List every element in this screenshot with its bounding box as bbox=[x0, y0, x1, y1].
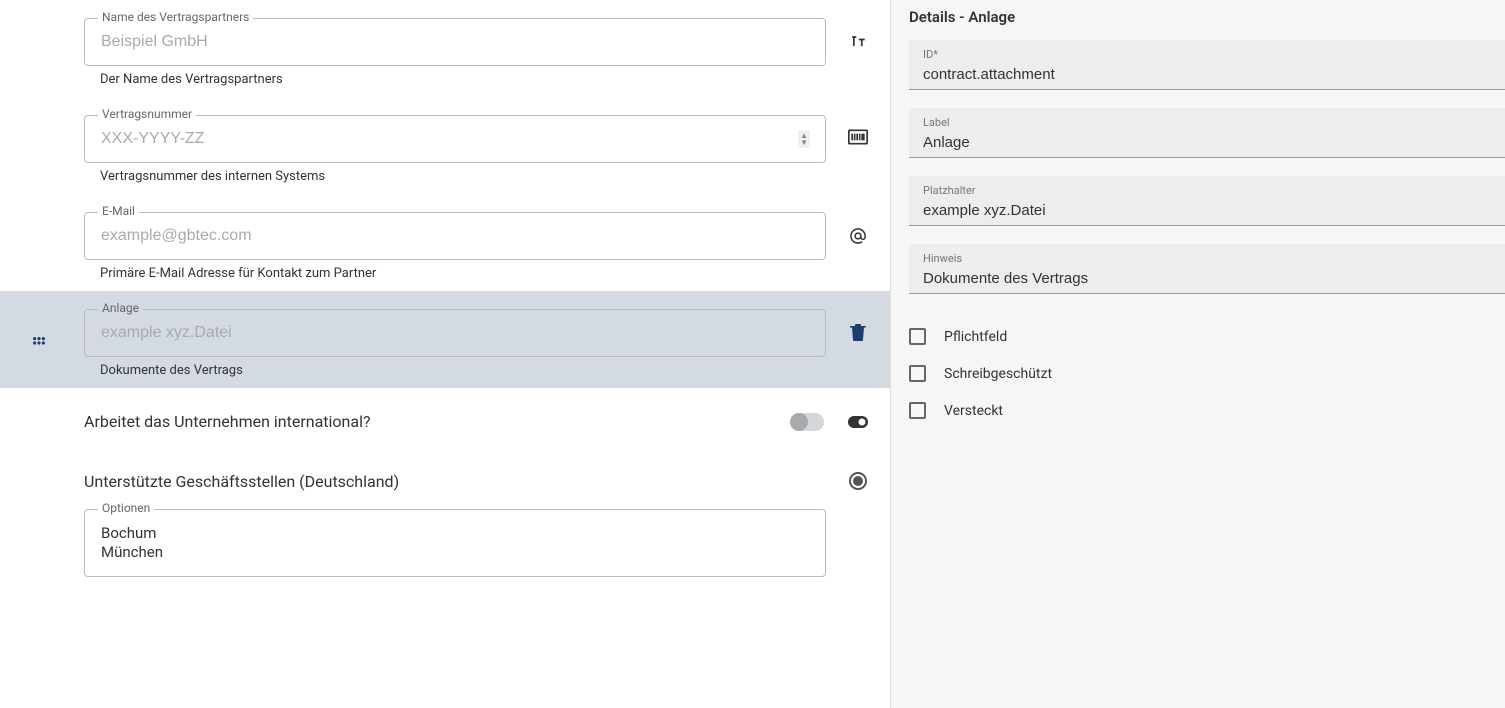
toggle-type-icon bbox=[846, 416, 870, 428]
section-header: Unterstützte Geschäftsstellen (Deutschla… bbox=[84, 471, 870, 491]
email-input[interactable] bbox=[84, 212, 826, 260]
field-wrapper: E-Mail bbox=[84, 212, 826, 260]
checkbox-label: Pflichtfeld bbox=[944, 329, 1007, 345]
option-item: München bbox=[101, 543, 809, 561]
field-container: Name des Vertragspartners Der Name des V… bbox=[84, 0, 846, 97]
hidden-checkbox[interactable] bbox=[909, 402, 926, 419]
checkboxes-section: Pflichtfeld Schreibgeschützt Versteckt bbox=[891, 318, 1505, 429]
checkbox-row-hidden[interactable]: Versteckt bbox=[891, 392, 1505, 429]
id-input[interactable] bbox=[923, 66, 1491, 83]
readonly-checkbox[interactable] bbox=[909, 365, 926, 382]
placeholder-input[interactable] bbox=[923, 202, 1491, 219]
field-help: Vertragsnummer des internen Systems bbox=[100, 169, 826, 184]
checkbox-row-required[interactable]: Pflichtfeld bbox=[891, 318, 1505, 355]
field-container: E-Mail Primäre E-Mail Adresse für Kontak… bbox=[84, 194, 846, 291]
field-row-offices[interactable]: Unterstützte Geschäftsstellen (Deutschla… bbox=[0, 471, 890, 577]
drag-handle-icon[interactable] bbox=[32, 335, 46, 354]
field-label: Name des Vertragspartners bbox=[98, 10, 253, 24]
detail-label: Label bbox=[923, 116, 1491, 129]
field-row-name[interactable]: Name des Vertragspartners Der Name des V… bbox=[0, 0, 890, 97]
detail-field-id[interactable]: ID* bbox=[909, 40, 1505, 90]
field-container: Vertragsnummer ▲ ▼ Vertragsnummer des in… bbox=[84, 97, 846, 194]
attachment-input[interactable] bbox=[84, 309, 826, 357]
barcode-type-icon bbox=[846, 129, 870, 145]
field-label: Anlage bbox=[98, 301, 143, 315]
detail-label: Hinweis bbox=[923, 252, 1491, 265]
field-row-contract-number[interactable]: Vertragsnummer ▲ ▼ Vertragsnummer des in… bbox=[0, 97, 890, 194]
field-help: Primäre E-Mail Adresse für Kontakt zum P… bbox=[100, 266, 826, 281]
options-label: Optionen bbox=[98, 501, 154, 515]
field-label: E-Mail bbox=[98, 204, 139, 218]
detail-field-label[interactable]: Label bbox=[909, 108, 1505, 158]
field-wrapper: Name des Vertragspartners bbox=[84, 18, 826, 66]
field-wrapper: Vertragsnummer ▲ ▼ bbox=[84, 115, 826, 163]
field-label: Vertragsnummer bbox=[98, 107, 196, 121]
email-type-icon bbox=[846, 226, 870, 246]
checkbox-label: Versteckt bbox=[944, 403, 1003, 419]
international-toggle[interactable] bbox=[790, 413, 824, 431]
field-row-email[interactable]: E-Mail Primäre E-Mail Adresse für Kontak… bbox=[0, 194, 890, 291]
name-input[interactable] bbox=[84, 18, 826, 66]
details-panel: Details - Anlage ID* Label Platzhalter H… bbox=[890, 0, 1505, 708]
details-title: Details - Anlage bbox=[891, 0, 1505, 40]
detail-field-hint[interactable]: Hinweis bbox=[909, 244, 1505, 294]
options-wrapper: Optionen Bochum München bbox=[84, 509, 826, 577]
text-type-icon bbox=[846, 32, 870, 52]
field-container: Anlage Dokumente des Vertrags bbox=[84, 291, 846, 388]
options-box[interactable]: Bochum München bbox=[84, 509, 826, 577]
field-row-international[interactable]: Arbeitet das Unternehmen international? bbox=[0, 388, 890, 455]
field-help: Dokumente des Vertrags bbox=[100, 363, 826, 378]
stepper-down-icon[interactable]: ▼ bbox=[800, 139, 808, 146]
detail-field-placeholder[interactable]: Platzhalter bbox=[909, 176, 1505, 226]
label-input[interactable] bbox=[923, 134, 1491, 151]
question-text: Arbeitet das Unternehmen international? bbox=[84, 412, 790, 431]
contract-number-input[interactable] bbox=[84, 115, 826, 163]
detail-label: Platzhalter bbox=[923, 184, 1491, 197]
section-title: Unterstützte Geschäftsstellen (Deutschla… bbox=[84, 472, 846, 491]
checkbox-row-readonly[interactable]: Schreibgeschützt bbox=[891, 355, 1505, 392]
checkbox-label: Schreibgeschützt bbox=[944, 366, 1052, 382]
field-help: Der Name des Vertragspartners bbox=[100, 72, 826, 87]
field-wrapper: Anlage bbox=[84, 309, 826, 357]
number-stepper[interactable]: ▲ ▼ bbox=[798, 130, 810, 148]
radio-type-icon bbox=[846, 471, 870, 491]
required-checkbox[interactable] bbox=[909, 328, 926, 345]
delete-icon[interactable] bbox=[846, 323, 870, 341]
form-editor-panel: Name des Vertragspartners Der Name des V… bbox=[0, 0, 890, 708]
detail-label: ID* bbox=[923, 48, 1491, 61]
hint-input[interactable] bbox=[923, 270, 1491, 287]
option-item: Bochum bbox=[101, 524, 809, 542]
field-row-attachment[interactable]: Anlage Dokumente des Vertrags bbox=[0, 291, 890, 388]
